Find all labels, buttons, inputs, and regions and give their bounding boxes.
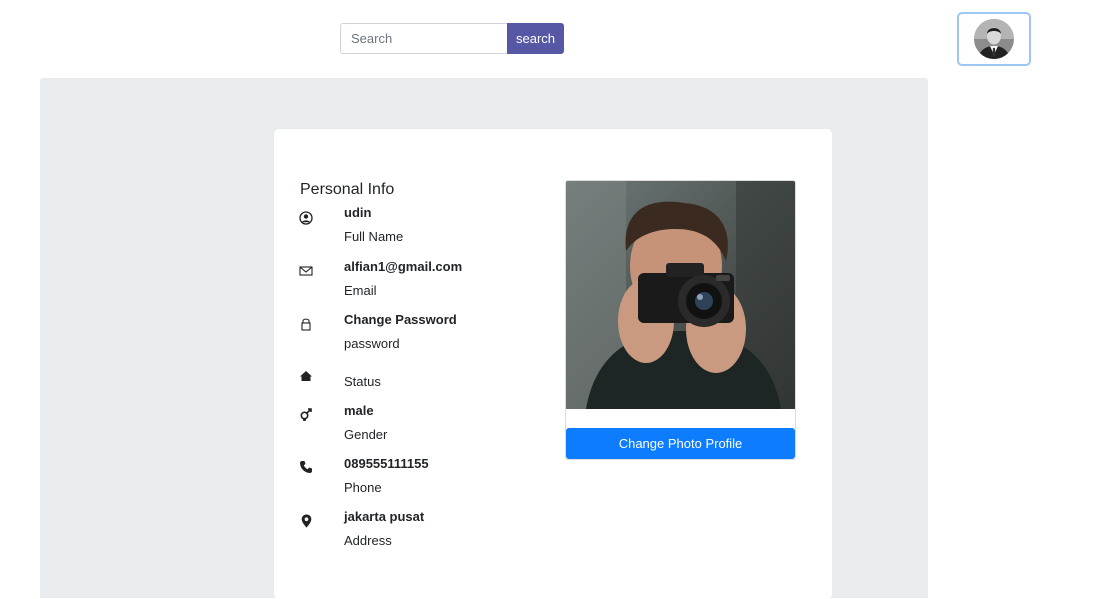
- email-label: Email: [344, 283, 377, 298]
- user-avatar-icon: [974, 19, 1014, 59]
- lock-icon: [298, 316, 314, 332]
- user-avatar-button[interactable]: [957, 12, 1031, 66]
- personal-info-title: Personal Info: [300, 181, 395, 198]
- gender-value: male: [344, 403, 374, 418]
- search-input[interactable]: [340, 23, 507, 54]
- change-photo-profile-button[interactable]: Change Photo Profile: [566, 428, 795, 459]
- envelope-icon: [298, 263, 314, 279]
- home-icon: [298, 368, 314, 384]
- phone-value: 089555111155: [344, 456, 429, 471]
- phone-icon: [298, 459, 314, 475]
- search-form: search: [340, 23, 564, 54]
- change-password-link[interactable]: Change Password: [344, 312, 457, 327]
- address-value: jakarta pusat: [344, 509, 425, 524]
- info-item-gender: male Gender: [298, 403, 538, 447]
- phone-label: Phone: [344, 480, 382, 495]
- full-name-value: udin: [344, 205, 372, 220]
- status-label: Status: [344, 374, 381, 389]
- gender-icon: [298, 406, 314, 422]
- address-label: Address: [344, 533, 392, 548]
- info-item-phone: 089555111155 Phone: [298, 456, 538, 500]
- info-item-status: Status: [298, 366, 538, 396]
- info-item-password: Change Password password: [298, 312, 538, 356]
- info-item-address: jakarta pusat Address: [298, 509, 538, 553]
- password-label: password: [344, 336, 400, 351]
- user-circle-icon: [298, 210, 314, 226]
- search-button[interactable]: search: [507, 23, 564, 54]
- profile-photo-frame: [565, 180, 796, 460]
- full-name-label: Full Name: [344, 229, 404, 244]
- map-marker-icon: [298, 513, 314, 529]
- info-item-full-name: udin Full Name: [298, 205, 538, 249]
- profile-photo: [566, 181, 795, 409]
- email-value: alfian1@gmail.com: [344, 259, 463, 274]
- info-item-email: alfian1@gmail.com Email: [298, 259, 538, 303]
- gender-label: Gender: [344, 427, 388, 442]
